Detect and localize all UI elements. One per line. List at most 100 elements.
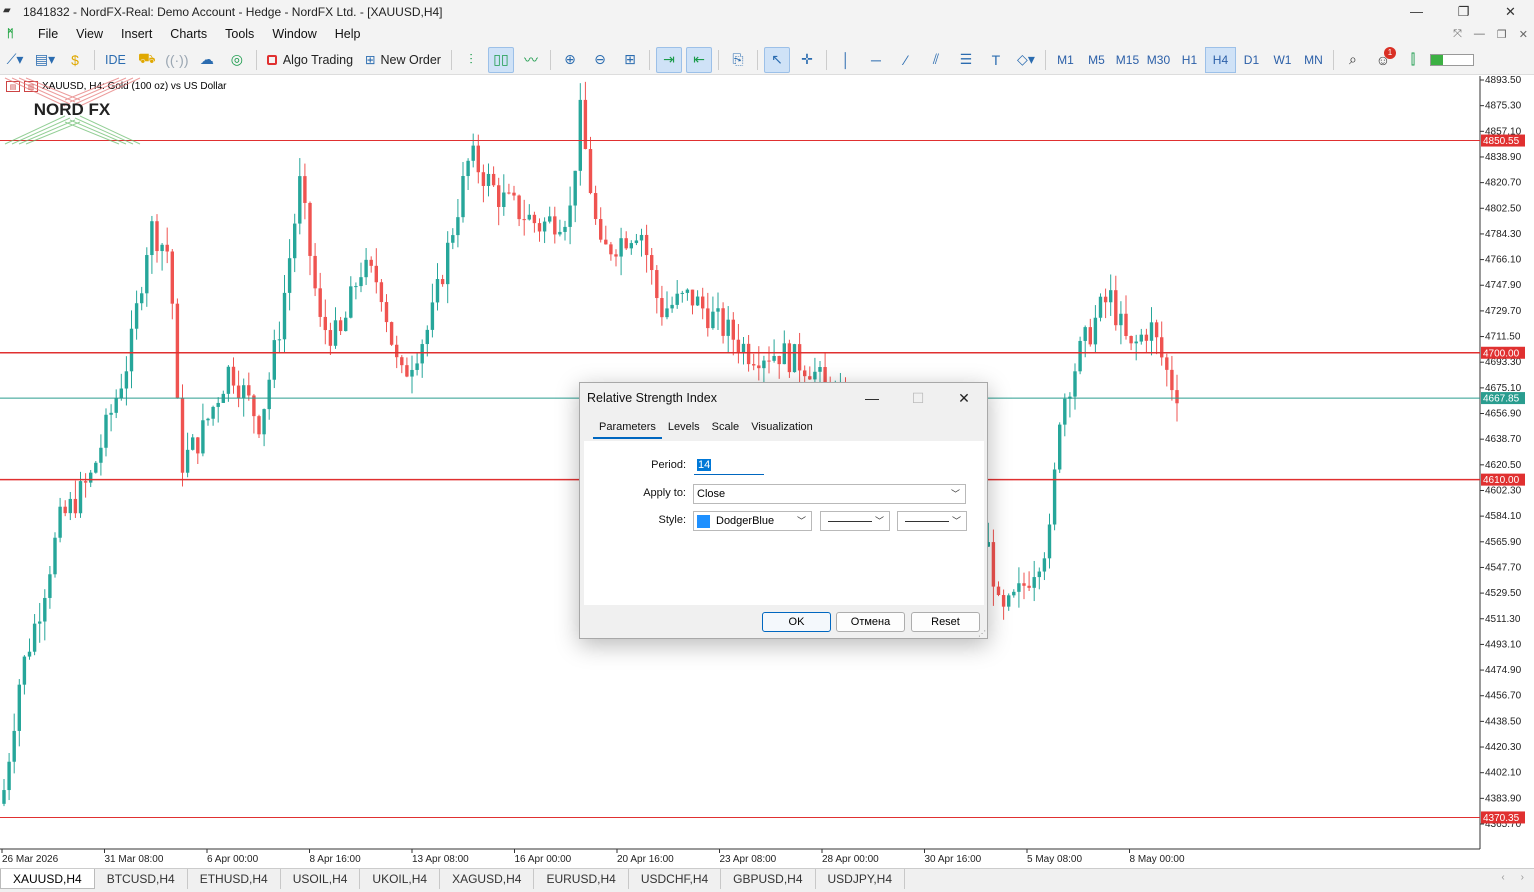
candle-body bbox=[201, 420, 205, 454]
timeframe-m1[interactable]: M1 bbox=[1050, 47, 1081, 73]
tab-scale[interactable]: Scale bbox=[706, 421, 746, 439]
ide-button[interactable]: IDE bbox=[101, 47, 130, 73]
period-field[interactable]: 14 bbox=[694, 456, 764, 475]
timeframe-m5[interactable]: M5 bbox=[1081, 47, 1112, 73]
symbol-tab[interactable]: ETHUSD,H4 bbox=[188, 869, 281, 889]
dialog-close-button[interactable]: ✕ bbox=[941, 383, 987, 413]
symbol-tab[interactable]: GBPUSD,H4 bbox=[721, 869, 816, 889]
menu-window[interactable]: Window bbox=[263, 27, 325, 41]
trendline-icon[interactable]: ⁄ bbox=[893, 47, 919, 73]
close-window-button[interactable]: ✕ bbox=[1487, 0, 1534, 23]
crosshair-icon[interactable]: ✛ bbox=[794, 47, 820, 73]
timeframe-h1[interactable]: H1 bbox=[1174, 47, 1205, 73]
symbol-tab[interactable]: USOIL,H4 bbox=[281, 869, 361, 889]
symbol-tab[interactable]: USDCHF,H4 bbox=[629, 869, 722, 889]
candle-body bbox=[99, 447, 103, 463]
symbol-tab[interactable]: EURUSD,H4 bbox=[534, 869, 629, 889]
algo-trading-button[interactable]: Algo Trading bbox=[263, 47, 357, 73]
time-tick-label: 20 Apr 16:00 bbox=[617, 854, 674, 865]
channel-icon[interactable]: ⫽ bbox=[923, 47, 949, 73]
chart-type-icon[interactable]: ⟋▾ bbox=[2, 47, 28, 73]
candlestick-icon[interactable]: ▯▯ bbox=[487, 46, 514, 73]
scroll-left-icon[interactable]: ‹ bbox=[1501, 872, 1504, 883]
tab-parameters[interactable]: Parameters bbox=[593, 421, 662, 439]
candle-body bbox=[129, 328, 134, 372]
search-icon[interactable]: ⌕ bbox=[1340, 47, 1366, 73]
mdi-restore-button[interactable]: ❐ bbox=[1497, 28, 1507, 41]
symbol-tab[interactable]: XAUUSD,H4 bbox=[0, 869, 95, 889]
indicators-icon[interactable]: ▤▾ bbox=[32, 47, 58, 73]
line-width-select[interactable]: ﹀ bbox=[897, 511, 967, 531]
bar-chart-icon[interactable]: ⫶ bbox=[458, 47, 484, 73]
signal-strength-icon[interactable]: ⫿ bbox=[1400, 47, 1426, 73]
reset-button[interactable]: Reset bbox=[911, 612, 980, 632]
timeframe-d1[interactable]: D1 bbox=[1236, 47, 1267, 73]
menu-view[interactable]: View bbox=[67, 27, 112, 41]
menu-insert[interactable]: Insert bbox=[112, 27, 161, 41]
candle-body bbox=[389, 322, 394, 345]
tab-levels[interactable]: Levels bbox=[662, 421, 706, 439]
chart-shift-icon[interactable]: ⇤ bbox=[685, 46, 712, 73]
candle-body bbox=[277, 339, 282, 341]
candle-body bbox=[563, 226, 567, 232]
symbol-tab[interactable]: XAGUSD,H4 bbox=[440, 869, 535, 889]
cancel-button[interactable]: Отмена bbox=[836, 612, 905, 632]
timeframe-w1[interactable]: W1 bbox=[1267, 47, 1298, 73]
vps-icon[interactable]: ◎ bbox=[224, 47, 250, 73]
dialog-maximize-button[interactable]: ☐ bbox=[895, 383, 941, 413]
fibonacci-icon[interactable]: ☰ bbox=[953, 47, 979, 73]
shapes-icon[interactable]: ◇▾ bbox=[1013, 47, 1039, 73]
style-color-select[interactable]: DodgerBlue ﹀ bbox=[693, 511, 812, 531]
autoscroll-icon[interactable]: ⇥ bbox=[655, 46, 682, 73]
candle-body bbox=[196, 437, 200, 454]
bag-icon[interactable]: ⛟ bbox=[134, 47, 160, 73]
toolbar: ⟋▾ ▤▾ $ IDE ⛟ ((·)) ☁ ◎ Algo Trading ⊞ N… bbox=[0, 45, 1534, 75]
cursor-icon[interactable]: ↖ bbox=[763, 46, 790, 73]
grid-icon[interactable]: ⊞ bbox=[617, 47, 643, 73]
timeframe-m30[interactable]: M30 bbox=[1143, 47, 1174, 73]
candle-body bbox=[359, 277, 363, 287]
menu-help[interactable]: Help bbox=[326, 27, 370, 41]
menu-file[interactable]: File bbox=[29, 27, 67, 41]
candle-body bbox=[1078, 340, 1082, 372]
candle-body bbox=[425, 329, 429, 345]
line-chart-icon[interactable]: 〰 bbox=[518, 47, 544, 73]
text-icon[interactable]: T bbox=[983, 47, 1009, 73]
zoom-in-icon[interactable]: ⊕ bbox=[557, 47, 583, 73]
menu-tools[interactable]: Tools bbox=[216, 27, 263, 41]
candle-body bbox=[721, 308, 725, 336]
symbol-tab[interactable]: UKOIL,H4 bbox=[360, 869, 441, 889]
candle-body bbox=[1114, 290, 1118, 326]
menu-charts[interactable]: Charts bbox=[161, 27, 216, 41]
pin-icon[interactable]: ⤧ bbox=[1453, 28, 1462, 41]
tab-visualization[interactable]: Visualization bbox=[745, 421, 819, 439]
resize-grip-icon[interactable]: ⋰ bbox=[978, 629, 986, 638]
notifications-icon[interactable]: ☺ 1 bbox=[1370, 46, 1396, 73]
candle-body bbox=[405, 365, 409, 377]
market-icon[interactable]: $ bbox=[62, 47, 88, 73]
timeframe-mn[interactable]: MN bbox=[1298, 47, 1329, 73]
symbol-tab[interactable]: USDJPY,H4 bbox=[816, 869, 905, 889]
apply-to-select[interactable]: Close ﹀ bbox=[693, 484, 966, 504]
zoom-out-icon[interactable]: ⊖ bbox=[587, 47, 613, 73]
horizontal-line-icon[interactable]: ─ bbox=[863, 47, 889, 73]
ok-button[interactable]: OK bbox=[762, 612, 831, 632]
cloud-icon[interactable]: ☁ bbox=[194, 47, 220, 73]
vertical-line-icon[interactable]: │ bbox=[833, 47, 859, 73]
timeframe-h4[interactable]: H4 bbox=[1204, 46, 1236, 73]
new-order-button[interactable]: ⊞ New Order bbox=[361, 47, 445, 73]
price-tick-label: 4875.30 bbox=[1485, 101, 1522, 112]
scroll-right-icon[interactable]: › bbox=[1521, 872, 1524, 883]
line-style-select[interactable]: ﹀ bbox=[820, 511, 890, 531]
restore-button[interactable]: ❐ bbox=[1440, 0, 1487, 23]
candle-body bbox=[272, 340, 276, 380]
symbol-tab[interactable]: BTCUSD,H4 bbox=[95, 869, 188, 889]
mdi-close-button[interactable]: ✕ bbox=[1519, 28, 1528, 41]
mdi-minimize-button[interactable]: — bbox=[1474, 28, 1485, 40]
signal-icon[interactable]: ((·)) bbox=[164, 47, 190, 73]
timeframe-m15[interactable]: M15 bbox=[1112, 47, 1143, 73]
screenshot-icon[interactable]: ⎘ bbox=[725, 47, 751, 73]
minimize-button[interactable]: — bbox=[1393, 0, 1440, 23]
candle-body bbox=[1058, 424, 1062, 470]
dialog-minimize-button[interactable]: — bbox=[849, 383, 895, 413]
